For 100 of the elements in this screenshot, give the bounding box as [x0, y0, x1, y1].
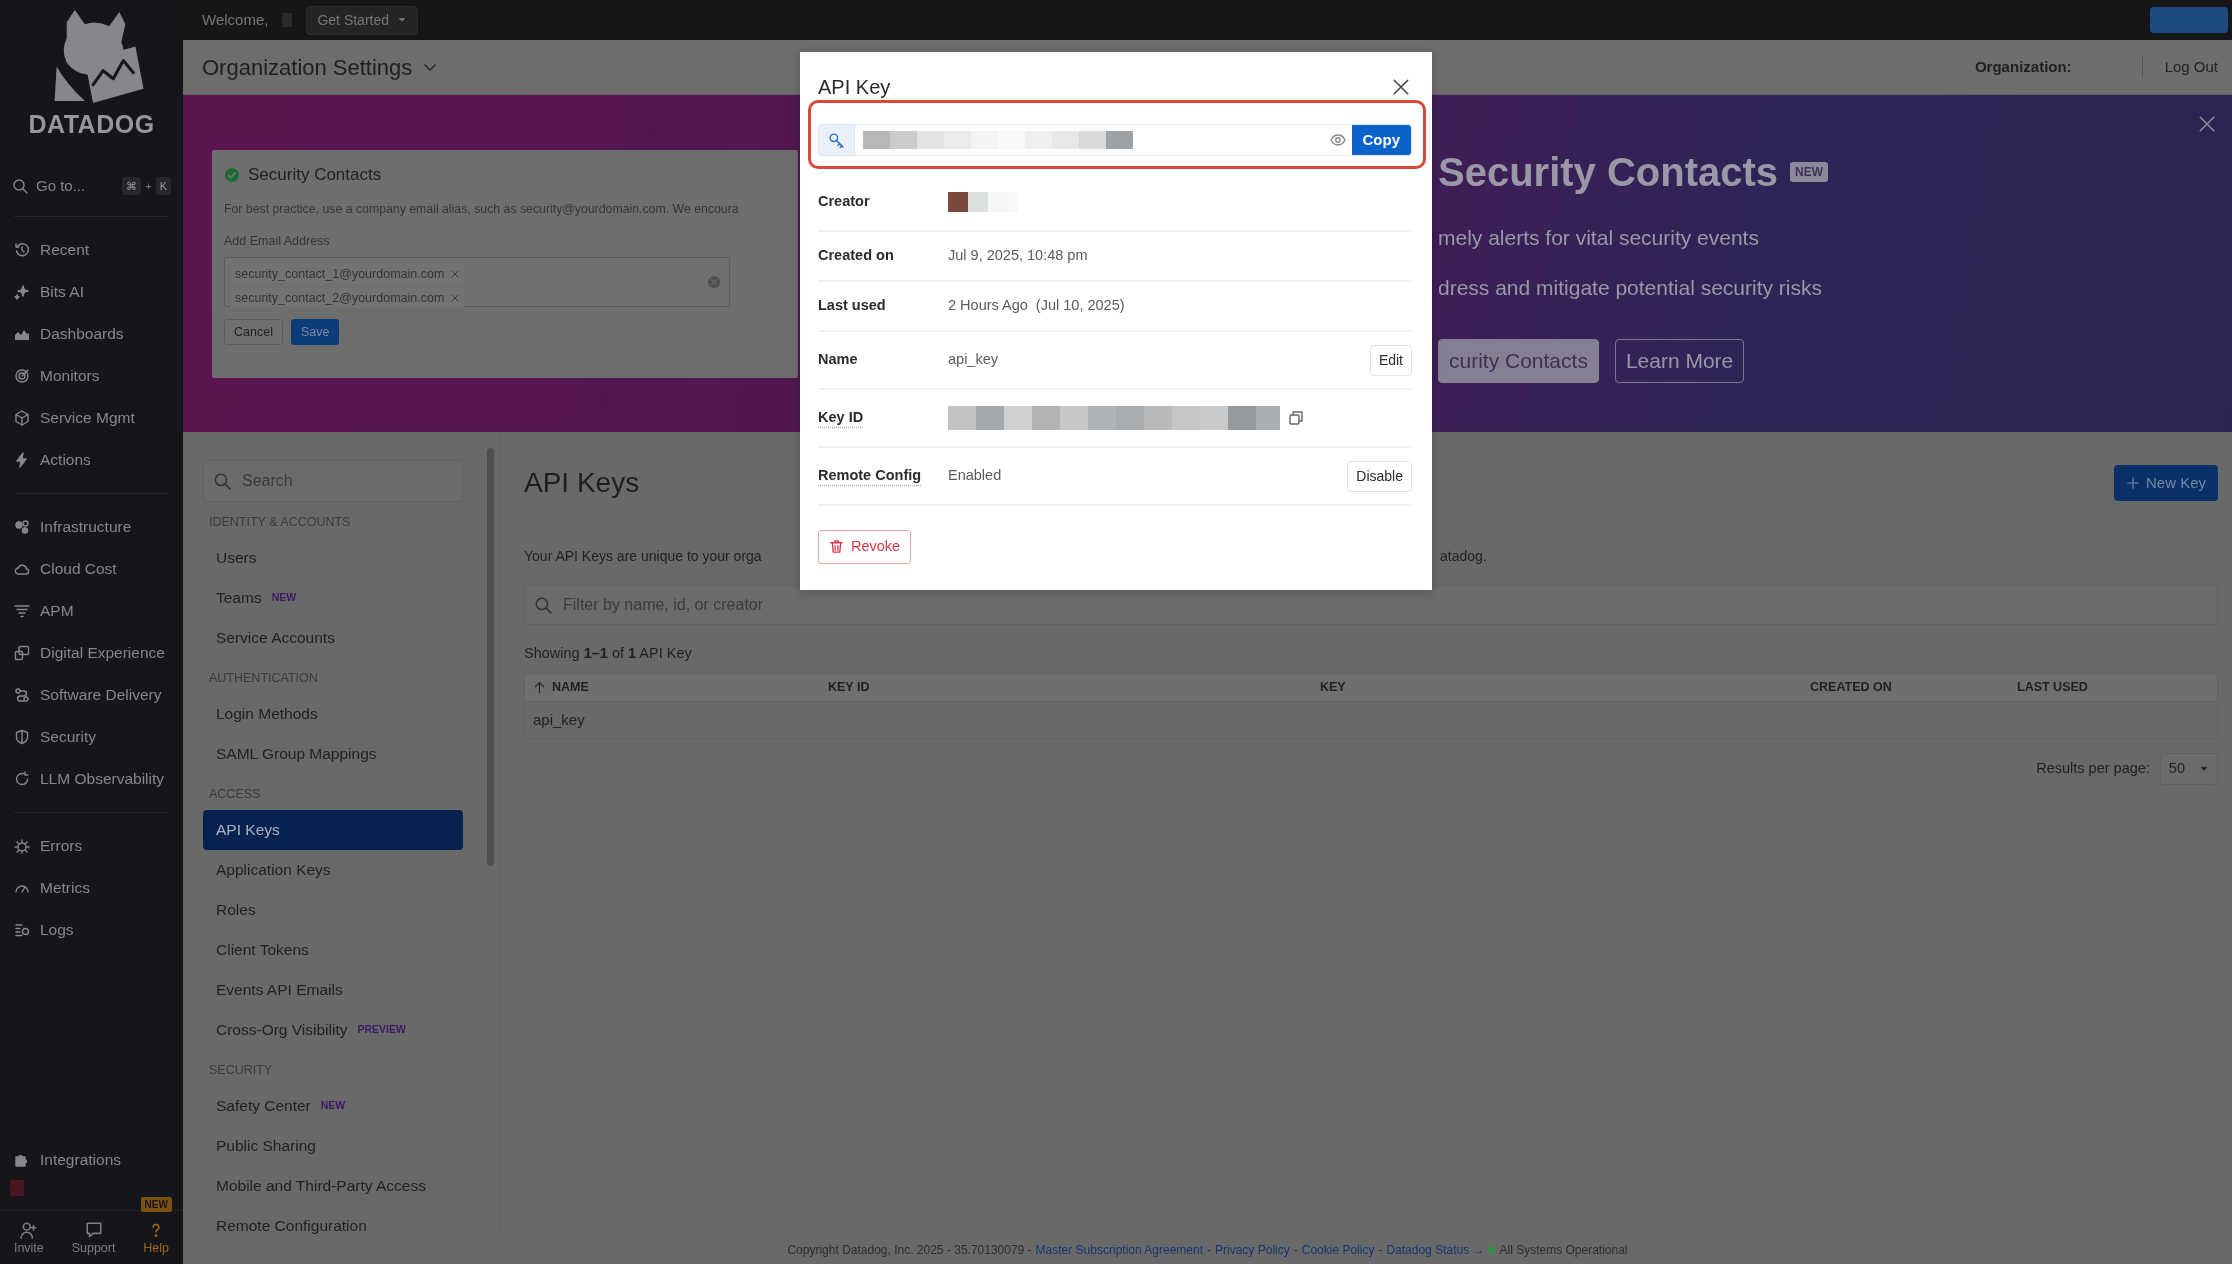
keycap: K [155, 176, 171, 196]
footer-link[interactable]: Privacy Policy [1215, 1241, 1290, 1259]
nav-item[interactable]: Cloud Cost [0, 548, 183, 590]
logout-link[interactable]: Log Out [2164, 55, 2218, 79]
nav-item[interactable]: Monitors [0, 355, 183, 397]
avatar-square[interactable] [10, 1180, 24, 1197]
nav-item[interactable]: Recent [0, 229, 183, 271]
nav-item[interactable]: Metrics [0, 867, 183, 909]
search-icon [534, 596, 552, 614]
shield-icon [14, 729, 30, 745]
separator-text: - [1293, 1242, 1298, 1259]
key-icon [828, 131, 845, 149]
copy-button[interactable]: Copy [1351, 125, 1411, 155]
chat-icon [84, 1221, 103, 1240]
footer-nav-button[interactable]: Support [71, 1221, 116, 1258]
save-button[interactable]: Save [290, 318, 340, 346]
settings-nav-item[interactable]: Teams NEW [203, 578, 463, 618]
settings-nav-item[interactable]: Public Sharing [203, 1126, 463, 1166]
footer-link[interactable]: Cookie Policy [1301, 1241, 1375, 1259]
footer-link[interactable]: Master Subscription Agreement [1035, 1241, 1204, 1259]
key-joiner: + [145, 178, 152, 194]
go-to-label: Go to... [36, 175, 86, 196]
nav-item[interactable]: Integrations [0, 1138, 183, 1181]
banner-title: Security Contacts [1438, 149, 1779, 196]
column-header[interactable]: CREATED ON [1810, 677, 2017, 697]
settings-nav-item[interactable]: Login Methods [203, 694, 463, 734]
nav-item[interactable]: Dashboards [0, 313, 183, 355]
search-icon [12, 178, 28, 194]
settings-nav-item[interactable]: Users [203, 538, 463, 578]
field-value: 2 Hours Ago (Jul 10, 2025) [948, 296, 1125, 316]
up-arrow-icon [533, 680, 546, 694]
table-cell-text: api_key [533, 709, 586, 730]
footer-nav-button[interactable]: Invite [13, 1221, 44, 1258]
api-key-field[interactable]: Copy [818, 124, 1412, 156]
settings-nav-item[interactable]: Events API Emails [203, 970, 463, 1010]
nav-item[interactable]: Security [0, 716, 183, 758]
settings-nav-item[interactable]: Roles [203, 890, 463, 930]
organization-label: Organization: [1974, 56, 2072, 77]
nav-item[interactable]: Errors [0, 825, 183, 867]
settings-nav-item[interactable]: Client Tokens [203, 930, 463, 970]
settings-nav-item[interactable]: Application Keys [203, 850, 463, 890]
column-header[interactable]: NAME [533, 677, 828, 697]
close-icon [1392, 77, 1410, 96]
search-icon [213, 472, 231, 490]
nav-item[interactable]: Service Mgmt [0, 397, 183, 439]
copyright-text: Copyright Datadog, Inc. 2025 - 35.70130079 - [787, 1242, 1032, 1259]
new-key-button[interactable]: New Key [2113, 464, 2218, 502]
column-header[interactable]: KEY ID [828, 677, 1320, 697]
new-badge: NEW [140, 1197, 172, 1213]
settings-nav-item[interactable]: Service Accounts [203, 618, 463, 658]
keycap: ⌘ [122, 176, 142, 196]
nav-item[interactable]: Digital Experience [0, 632, 183, 674]
status-text: All Systems Operational [1499, 1242, 1628, 1259]
description-text: atadog. [1440, 547, 1487, 566]
sparkle-icon [14, 284, 30, 300]
field-label: Name [818, 350, 859, 370]
scrollbar[interactable] [487, 448, 494, 866]
logo-text: DATADOG [28, 109, 155, 140]
caret-icon [397, 15, 407, 25]
column-header[interactable]: KEY [1320, 677, 1810, 697]
dialog-title: API Key [818, 75, 891, 100]
disable-button[interactable]: Disable [1347, 460, 1412, 492]
email-input[interactable]: security_contact_1@yourdomain.com security_contact_2@yourdomain.com [224, 256, 730, 307]
close-icon[interactable] [2198, 115, 2216, 133]
nav-item[interactable]: LLM Observability [0, 758, 183, 800]
clear-icon [707, 274, 721, 289]
nav-item[interactable]: Logs [0, 909, 183, 951]
cancel-button[interactable]: Cancel [224, 318, 283, 346]
page-size-select[interactable]: 50 [2159, 752, 2218, 785]
nav-item[interactable]: Actions [0, 439, 183, 481]
edit-button[interactable]: Edit [1369, 344, 1412, 376]
page-title: Organization Settings [202, 53, 413, 82]
settings-nav-item[interactable]: API Keys [203, 810, 463, 850]
settings-nav-item[interactable]: SAML Group Mappings [203, 734, 463, 774]
nav-item[interactable]: Bits AI [0, 271, 183, 313]
column-header[interactable]: LAST USED [2017, 677, 2217, 697]
footer-link[interactable]: Datadog Status → [1386, 1241, 1485, 1259]
field-label: Last used [818, 296, 887, 316]
nav-item[interactable]: Infrastructure [0, 506, 183, 548]
person-add-icon [19, 1221, 38, 1240]
nav-item[interactable]: Software Delivery [0, 674, 183, 716]
blurred-button[interactable] [2150, 7, 2228, 33]
circular-arrow-icon [14, 771, 30, 787]
revoke-button[interactable]: Revoke [818, 530, 912, 564]
settings-nav-item[interactable]: Cross-Org Visibility PREVIEW [203, 1010, 463, 1050]
nav-item[interactable]: APM [0, 590, 183, 632]
settings-nav-item[interactable]: Safety Center NEW [203, 1086, 463, 1126]
clock-icon [14, 242, 30, 258]
settings-nav-item[interactable]: Mobile and Third-Party Access [203, 1166, 463, 1206]
page-heading: API Keys [524, 466, 640, 500]
greeting-text: Welcome, [202, 9, 269, 30]
footer-nav-button[interactable]: Help [143, 1221, 170, 1258]
field-label: Remote Config [818, 466, 923, 486]
settings-nav-item[interactable]: Remote Configuration [203, 1206, 463, 1246]
results-summary: Showing 1–1 of 1 API Key [524, 644, 693, 663]
banner-button[interactable]: curity Contacts [1438, 339, 1599, 383]
dropdown-button[interactable]: Get Started [306, 5, 418, 35]
cube-icon [14, 410, 30, 426]
go-to-search[interactable]: Go to... ⌘ + K [0, 168, 183, 204]
banner-button[interactable]: Learn More [1614, 339, 1745, 383]
